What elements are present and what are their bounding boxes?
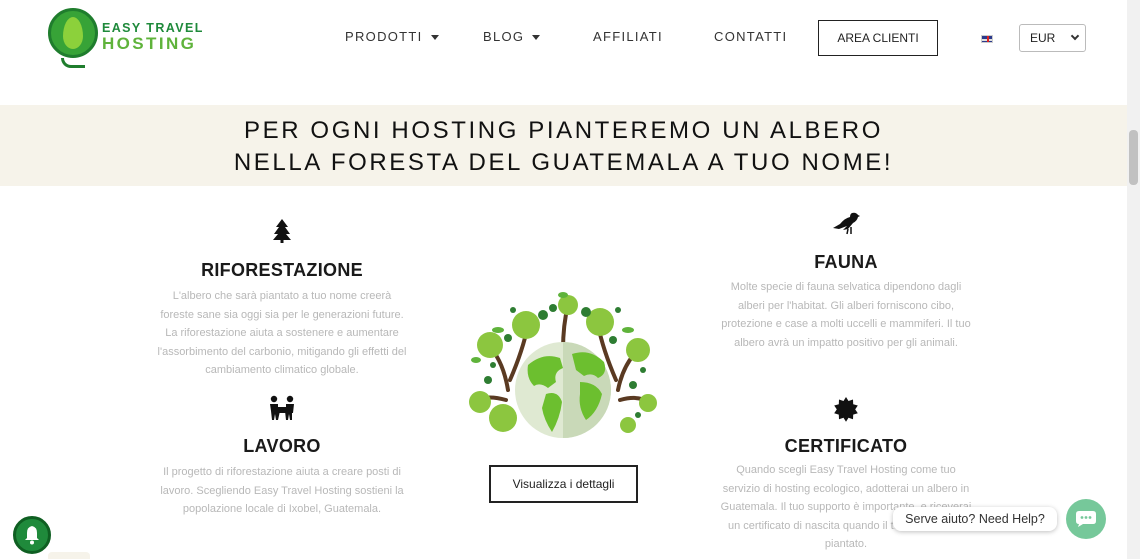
nav-prodotti[interactable]: PRODOTTI — [345, 29, 439, 44]
bell-icon — [25, 525, 39, 545]
nav-affiliati[interactable]: AFFILIATI — [593, 29, 663, 44]
feature-fauna-text: Molte specie di fauna selvatica dipendon… — [721, 281, 971, 349]
chat-icon — [1076, 511, 1096, 527]
feature-lavoro-text: Il progetto di riforestazione aiuta a cr… — [160, 466, 404, 515]
bird-icon — [833, 212, 860, 235]
caret-down-icon — [430, 35, 439, 41]
tree-icon — [273, 219, 291, 243]
nav-blog[interactable]: BLOG — [483, 29, 541, 44]
currency-value: EUR — [1030, 31, 1056, 45]
site-logo[interactable]: EASY TRAVEL HOSTING — [48, 8, 208, 70]
site-header: EASY TRAVEL HOSTING PRODOTTI BLOG AFFILI… — [0, 0, 1127, 105]
area-clienti-button[interactable]: AREA CLIENTI — [818, 20, 938, 56]
chat-button[interactable] — [1066, 499, 1106, 539]
nav-contatti-label: CONTATTI — [714, 29, 788, 44]
globe-with-trees-illustration — [469, 292, 657, 438]
uk-flag-icon[interactable] — [981, 35, 993, 43]
notification-bell-button[interactable] — [13, 516, 51, 554]
logo-text-line2: HOSTING — [102, 34, 197, 53]
people-working-icon — [270, 395, 294, 420]
banner-heading-line2: NELLA FORESTA DEL GUATEMALA A TUO NOME! — [233, 149, 894, 176]
feature-lavoro-title: LAVORO — [243, 436, 321, 456]
nav-affiliati-label: AFFILIATI — [593, 29, 663, 44]
nav-blog-label: BLOG — [483, 29, 525, 44]
chevron-down-icon — [1070, 31, 1080, 41]
caret-down-icon — [532, 35, 541, 41]
nav-contatti[interactable]: CONTATTI — [714, 29, 787, 44]
feature-fauna-title: FAUNA — [814, 252, 878, 272]
feature-lavoro: LAVORO Il progetto di riforestazione aiu… — [160, 395, 404, 519]
help-bubble[interactable]: Serve aiuto? Need Help? — [893, 507, 1057, 531]
feature-fauna: FAUNA Molte specie di fauna selvatica di… — [720, 210, 972, 352]
page-scrollbar[interactable] — [1127, 0, 1140, 559]
logo-text-line1: EASY TRAVEL — [102, 21, 204, 35]
feature-riforestazione-text: L'albero che sarà piantato a tuo nome cr… — [157, 290, 407, 376]
logo-stand — [61, 58, 85, 68]
logo-globe-icon — [48, 8, 98, 58]
nav-prodotti-label: PRODOTTI — [345, 29, 423, 44]
feature-riforestazione-title: RIFORESTAZIONE — [201, 260, 363, 280]
banner-heading-line1: PER OGNI HOSTING PIANTEREMO UN ALBERO — [244, 117, 883, 144]
currency-select[interactable]: EUR — [1019, 24, 1086, 52]
help-bubble-text: Serve aiuto? Need Help? — [905, 512, 1045, 526]
scrollbar-thumb[interactable] — [1129, 130, 1138, 185]
cookie-tab[interactable] — [48, 552, 90, 559]
tree-banner: PER OGNI HOSTING PIANTEREMO UN ALBERO NE… — [0, 105, 1127, 186]
details-button[interactable]: Visualizza i dettagli — [489, 465, 638, 503]
feature-riforestazione: RIFORESTAZIONE L'albero che sarà piantat… — [155, 218, 409, 380]
feature-certificato-title: CERTIFICATO — [784, 436, 908, 456]
certificate-seal-icon — [834, 397, 858, 422]
